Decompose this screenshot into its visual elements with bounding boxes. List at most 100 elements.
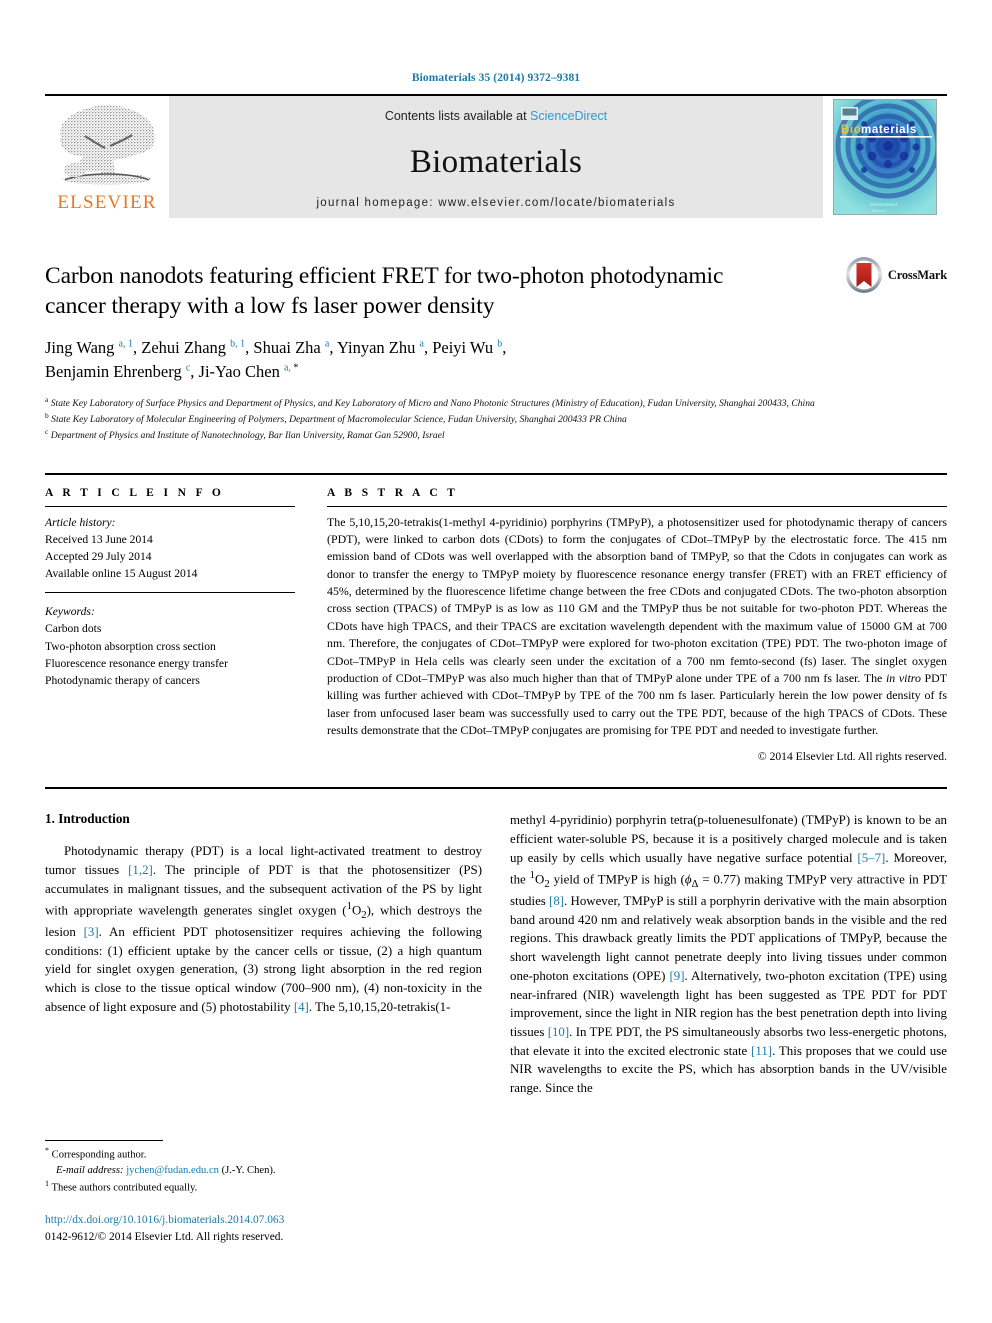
keyword-item: Photodynamic therapy of cancers [45,673,200,687]
keywords-block: Keywords: Carbon dots Two-photon absorpti… [45,603,295,689]
journal-cover-thumbnail: Bio materials ScienceDirect Elsevier [823,96,947,218]
email-label: E-mail address: [56,1164,124,1176]
corresponding-author-marker: * [293,362,299,374]
affiliation: a State Key Laboratory of Surface Physic… [45,395,947,411]
author-affiliation-marker: a, 1 [118,338,133,350]
superscript: 1 [346,899,352,912]
history-label: Article history: [45,515,116,529]
intro-paragraph-left: Photodynamic therapy (PDT) is a local li… [45,844,483,1014]
author-separator: , [423,338,433,358]
elsevier-tree-icon [53,100,161,192]
affiliation-text: State Key Laboratory of Surface Physics … [48,398,815,410]
delta-subscript: Δ [691,877,699,890]
info-abstract-section: A R T I C L E I N F O Article history: R… [45,472,948,764]
history-item: Received 13 June 2014 [45,532,153,546]
affiliation: c Department of Physics and Institute of… [45,427,947,443]
footnote-equal-contribution: 1 These authors contributed equally. [45,1178,470,1196]
affiliation: b State Key Laboratory of Molecular Engi… [45,411,947,427]
issn-copyright: 0142-9612/© 2014 Elsevier Ltd. All right… [45,1230,284,1243]
email-owner: (J.-Y. Chen). [221,1164,276,1176]
elsevier-logo: ELSEVIER [45,96,169,218]
page-title: Carbon nanodots featuring efficient FRET… [45,263,724,319]
author-name: Peiyi Wu [432,338,498,358]
keywords-label: Keywords: [45,605,95,619]
citation-ref[interactable]: [8] [549,894,564,908]
italic-term: in vitro [885,670,921,685]
author-separator: , [329,338,337,358]
subscript: 2 [361,908,367,921]
keyword-item: Two-photon absorption cross section [45,639,216,653]
citation-ref[interactable]: [4] [294,1000,309,1014]
doi-link[interactable]: http://dx.doi.org/10.1016/j.biomaterials… [45,1212,495,1229]
citation-ref[interactable]: [10] [548,1025,569,1039]
crossmark-icon [845,256,883,294]
author-separator: , [190,362,199,382]
abstract-heading: A B S T R A C T [327,486,459,499]
body-columns: 1. Introduction Photodynamic therapy (PD… [45,811,947,1097]
svg-text:materials: materials [861,124,917,136]
intro-paragraph-right: methyl 4-pyridinio) porphyrin tetra(p-to… [510,813,948,1096]
history-item: Accepted 29 July 2014 [45,549,152,563]
author-name: Benjamin Ehrenberg [45,362,186,382]
author-separator: , [133,338,142,358]
abstract-divider [327,505,947,507]
article-history: Article history: Received 13 June 2014 Ac… [45,514,295,583]
subscript: 2 [544,877,550,890]
svg-text:Elsevier: Elsevier [872,208,887,213]
author-name: Ji-Yao Chen [198,362,284,382]
author-affiliation-marker: b, 1 [230,338,246,350]
elsevier-wordmark: ELSEVIER [57,192,157,213]
contents-prefix: Contents lists available at [384,109,531,123]
citation-ref[interactable]: [5–7] [857,851,885,865]
keywords-divider [45,592,295,594]
contents-available-line: Contents lists available at ScienceDirec… [385,109,607,123]
author-name: Shuai Zha [253,338,325,358]
article-info-heading: A R T I C L E I N F O [45,486,225,499]
abstract-column: A B S T R A C T The 5,10,15,20-tetrakis(… [327,486,948,763]
crossmark-label: CrossMark [887,267,947,282]
author-name: Yinyan Zhu [336,338,420,358]
author-name: Zehui Zhang [141,338,231,358]
footnote-marker-star: * [45,1146,49,1155]
article-info-column: A R T I C L E I N F O Article history: R… [45,487,295,764]
footnote-block: * Corresponding author. E-mail address: … [45,1140,470,1195]
footnote-email: E-mail address: jychen@fudan.edu.cn (J.-… [45,1163,470,1178]
keyword-item: Fluorescence resonance energy transfer [45,656,228,670]
section-heading-introduction: 1. Introduction [45,811,130,827]
body-divider [45,787,947,790]
sciencedirect-link[interactable]: ScienceDirect [530,109,607,123]
footnote-marker-one: 1 [45,1178,49,1188]
affiliation-text: State Key Laboratory of Molecular Engine… [48,414,627,426]
citation-ref[interactable]: [11] [751,1044,772,1058]
keyword-item: Carbon dots [45,622,102,636]
history-item: Available online 15 August 2014 [45,567,198,581]
citation-ref[interactable]: [9] [669,969,684,983]
article-page: Biomaterials 35 (2014) 9372–9381 ELSEVIE… [0,0,992,1323]
equal-contribution-text: These authors contributed equally. [51,1182,198,1194]
crossmark-badge[interactable]: CrossMark [845,256,947,294]
title-block: CrossMark Carbon nanodots featuring effi… [45,218,947,443]
phi-symbol: ϕ [684,871,692,886]
footnote-divider [45,1140,163,1141]
corresponding-author-text: Corresponding author. [51,1149,147,1161]
author-list: Jing Wang a, 1, Zehui Zhang b, 1, Shuai … [45,336,785,384]
affiliation-list: a State Key Laboratory of Surface Physic… [45,395,947,443]
running-head: Biomaterials 35 (2014) 9372–9381 [411,72,581,84]
journal-homepage-link[interactable]: journal homepage: www.elsevier.com/locat… [316,197,675,209]
email-link[interactable]: jychen@fudan.edu.cn [126,1165,219,1176]
body-left-column: 1. Introduction Photodynamic therapy (PD… [45,811,482,1097]
citation-ref[interactable]: [1,2] [128,863,153,877]
citation-ref[interactable]: [3] [84,925,99,939]
cover-image: Bio materials ScienceDirect Elsevier [833,99,937,215]
author-affiliation-marker: a, [283,362,294,374]
info-divider [45,505,295,507]
masthead-center: Contents lists available at ScienceDirec… [169,96,823,218]
author-name: Jing Wang [45,338,119,358]
svg-text:ScienceDirect: ScienceDirect [870,202,898,207]
footnote-corresponding-author: * Corresponding author. [45,1145,470,1163]
abstract-text: The 5,10,15,20-tetrakis(1-methyl 4-pyrid… [327,514,948,738]
keyword-items: Carbon dots Two-photon absorption cross s… [45,620,295,689]
footer-doi-block: http://dx.doi.org/10.1016/j.biomaterials… [45,1212,495,1245]
journal-masthead: ELSEVIER Contents lists available at Sci… [45,94,947,218]
svg-text:Bio: Bio [841,124,861,136]
